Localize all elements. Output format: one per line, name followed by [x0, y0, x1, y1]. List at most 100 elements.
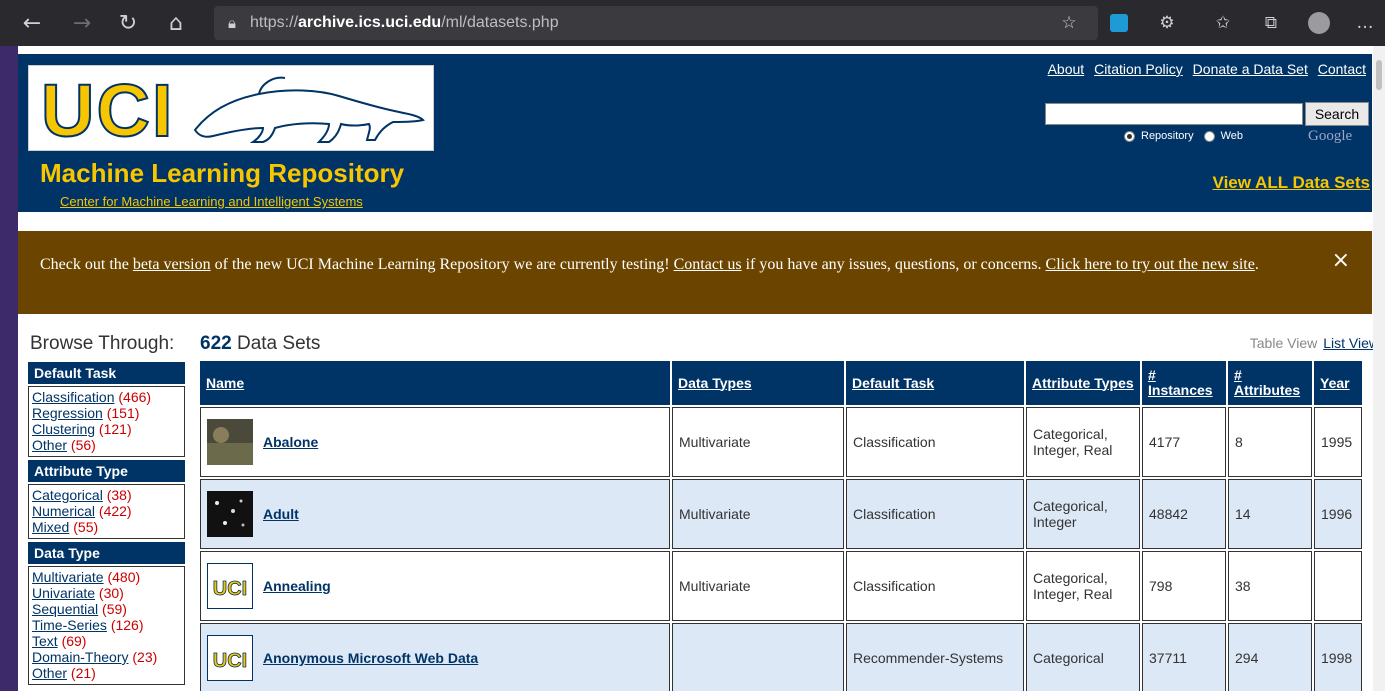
try-new-site-link[interactable]: Click here to try out the new site: [1046, 256, 1255, 273]
view-all-datasets-link[interactable]: View ALL Data Sets: [1213, 173, 1370, 193]
radio-web-label: Web: [1220, 130, 1243, 142]
name-cell: Adult: [200, 479, 670, 549]
col-instances[interactable]: # Instances: [1142, 361, 1226, 405]
add-favorite-icon[interactable]: ☆: [1054, 8, 1084, 38]
banner-text-3: if you have any issues, questions, or co…: [741, 256, 1046, 273]
filter-categorical[interactable]: Categorical (38): [32, 487, 181, 503]
data-types-cell: [672, 623, 844, 691]
anteater-icon: [193, 76, 425, 143]
profile-avatar-icon[interactable]: [1304, 8, 1334, 38]
svg-text:UCI: UCI: [213, 578, 247, 600]
url-host: archive.ics.uci.edu: [298, 14, 442, 31]
instances-cell: 48842: [1142, 479, 1226, 549]
url-path: /ml/datasets.php: [441, 14, 559, 31]
task-cell: Classification: [846, 407, 1024, 477]
contact-link[interactable]: Contact: [1318, 61, 1366, 77]
beta-version-link[interactable]: beta version: [133, 256, 211, 273]
filter-regression[interactable]: Regression (151): [32, 405, 181, 421]
repository-title: Machine Learning Repository: [40, 158, 405, 188]
filter-time-series[interactable]: Time-Series (126): [32, 617, 181, 633]
refresh-icon[interactable]: ↻: [110, 5, 146, 41]
data-type-heading: Data Type: [28, 542, 185, 564]
dataset-name-link[interactable]: Anonymous Microsoft Web Data: [263, 650, 478, 666]
filter-univariate[interactable]: Univariate (30): [32, 585, 181, 601]
google-logo: Google: [1308, 128, 1353, 144]
svg-text:UCI: UCI: [213, 650, 247, 672]
uci-logo-thumbnail[interactable]: UCI: [207, 635, 253, 681]
filter-task-other[interactable]: Other (56): [32, 437, 181, 453]
donate-link[interactable]: Donate a Data Set: [1193, 61, 1308, 77]
about-link[interactable]: About: [1048, 61, 1085, 77]
name-cell: UCI Anonymous Microsoft Web Data: [200, 623, 670, 691]
radio-repository-label: Repository: [1141, 130, 1194, 142]
filter-datatype-other[interactable]: Other (21): [32, 665, 181, 681]
dataset-count-number: 622: [200, 333, 232, 354]
address-bar[interactable]: 🔒︎ https://archive.ics.uci.edu/ml/datase…: [214, 6, 1098, 40]
uci-logo[interactable]: UCI: [28, 65, 434, 153]
collections-icon[interactable]: ⧉: [1256, 8, 1286, 38]
dataset-name-link[interactable]: Annealing: [263, 578, 331, 594]
list-view-link[interactable]: List View: [1323, 335, 1379, 351]
search-input[interactable]: [1045, 103, 1303, 125]
table-row: Adult Multivariate Classification Catego…: [200, 479, 1362, 549]
attributes-cell: 8: [1228, 407, 1312, 477]
instances-cell: 798: [1142, 551, 1226, 621]
back-arrow-icon[interactable]: ←: [14, 5, 50, 41]
table-header-row: Name Data Types Default Task Attribute T…: [200, 361, 1362, 405]
contact-us-link[interactable]: Contact us: [674, 256, 742, 273]
close-icon[interactable]: ×: [1332, 250, 1350, 272]
header-links: About Citation Policy Donate a Data Set …: [1042, 61, 1366, 77]
beta-banner: Check out the beta version of the new UC…: [18, 231, 1372, 314]
citation-policy-link[interactable]: Citation Policy: [1094, 61, 1183, 77]
abalone-thumbnail[interactable]: [207, 419, 253, 465]
attributes-cell: 38: [1228, 551, 1312, 621]
col-default-task[interactable]: Default Task: [846, 361, 1024, 405]
table-row: UCI Annealing Multivariate Classificatio…: [200, 551, 1362, 621]
filter-classification[interactable]: Classification (466): [32, 389, 181, 405]
year-cell: 1995: [1314, 407, 1362, 477]
col-attribute-types[interactable]: Attribute Types: [1026, 361, 1140, 405]
dataset-name-link[interactable]: Abalone: [263, 434, 318, 450]
col-data-types[interactable]: Data Types: [672, 361, 844, 405]
col-attributes[interactable]: # Attributes: [1228, 361, 1312, 405]
dataset-name-link[interactable]: Adult: [263, 506, 299, 522]
attribute-type-heading: Attribute Type: [28, 460, 185, 482]
table-row: Abalone Multivariate Classification Cate…: [200, 407, 1362, 477]
filter-numerical[interactable]: Numerical (422): [32, 503, 181, 519]
favorites-icon[interactable]: ✩: [1208, 8, 1238, 38]
center-link[interactable]: Center for Machine Learning and Intellig…: [60, 194, 363, 209]
search-scope: Repository Web: [1124, 130, 1243, 142]
forward-arrow-icon[interactable]: →: [64, 5, 100, 41]
datasets-table: Name Data Types Default Task Attribute T…: [198, 359, 1364, 691]
scrollbar-thumb[interactable]: [1376, 60, 1382, 90]
year-cell: 1998: [1314, 623, 1362, 691]
attr-types-cell: Categorical, Integer, Real: [1026, 551, 1140, 621]
lock-icon: 🔒︎: [228, 14, 236, 32]
adult-thumbnail[interactable]: [207, 491, 253, 537]
search-button[interactable]: Search: [1305, 102, 1369, 126]
radio-repository[interactable]: [1124, 130, 1135, 142]
filter-mixed[interactable]: Mixed (55): [32, 519, 181, 535]
more-menu-icon[interactable]: …: [1350, 8, 1380, 38]
filter-text[interactable]: Text (69): [32, 633, 181, 649]
browse-sidebar: Default Task Classification (466) Regres…: [28, 362, 185, 688]
site-header: UCI Machine Learning Repository Center f…: [18, 54, 1372, 212]
data-types-cell: Multivariate: [672, 479, 844, 549]
col-name[interactable]: Name: [200, 361, 670, 405]
page-scrollbar[interactable]: [1373, 46, 1385, 691]
task-cell: Recommender-Systems: [846, 623, 1024, 691]
browser-toolbar: ← → ↻ ⌂ 🔒︎ https://archive.ics.uci.edu/m…: [0, 0, 1385, 46]
browse-title: Browse Through:: [30, 333, 175, 354]
col-year[interactable]: Year: [1314, 361, 1362, 405]
filter-clustering[interactable]: Clustering (121): [32, 421, 181, 437]
home-icon[interactable]: ⌂: [158, 5, 194, 41]
extension-shield-icon[interactable]: [1104, 8, 1134, 38]
uci-logo-thumbnail[interactable]: UCI: [207, 563, 253, 609]
radio-web[interactable]: [1203, 130, 1215, 142]
extensions-icon[interactable]: ⚙: [1152, 8, 1182, 38]
banner-text-1: Check out the: [40, 256, 133, 273]
page-viewport: UCI Machine Learning Repository Center f…: [18, 46, 1385, 691]
filter-sequential[interactable]: Sequential (59): [32, 601, 181, 617]
filter-domain-theory[interactable]: Domain-Theory (23): [32, 649, 181, 665]
filter-multivariate[interactable]: Multivariate (480): [32, 569, 181, 585]
